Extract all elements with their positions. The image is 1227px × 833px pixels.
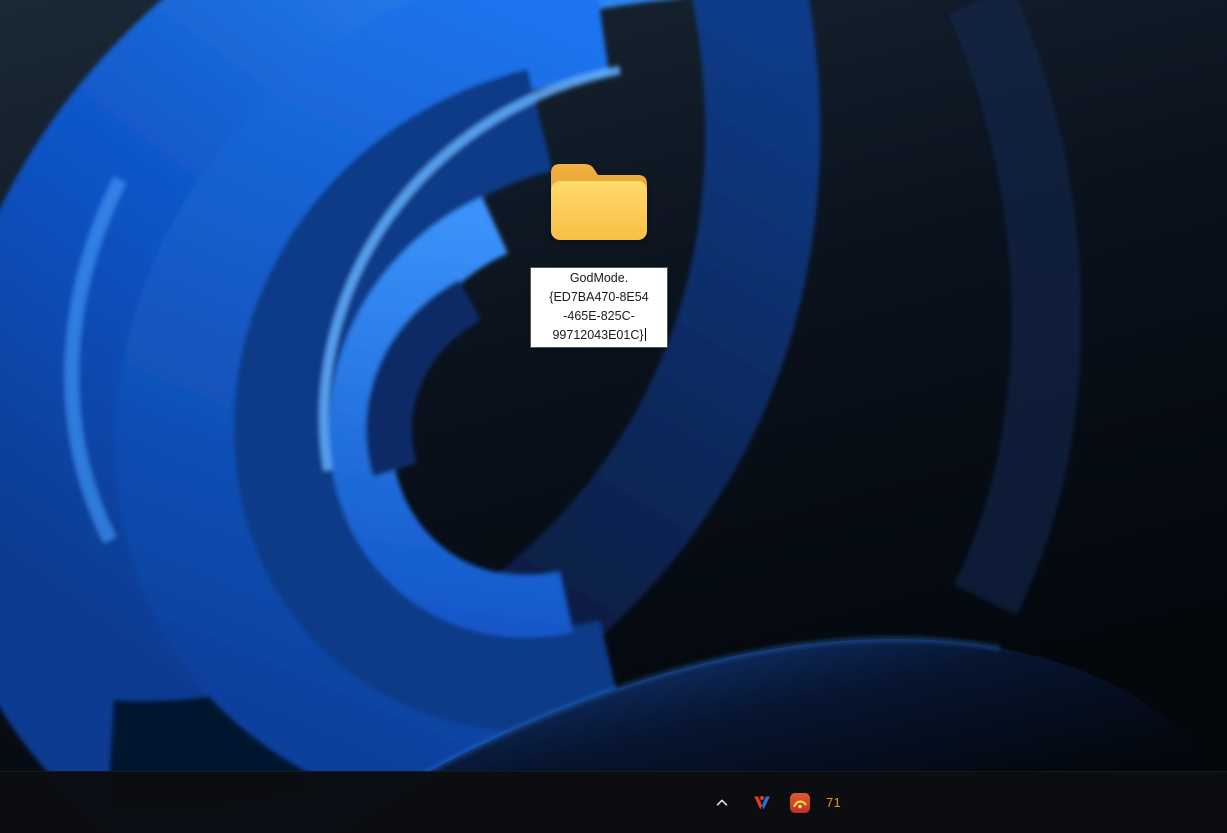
folder-rename-input[interactable]: GodMode. {ED7BA470-8E54 -465E-825C- 9971… <box>530 267 668 348</box>
temperature-reading: 71 <box>826 795 842 810</box>
orange-square-app-icon <box>790 792 810 813</box>
folder-icon[interactable] <box>547 158 651 246</box>
chevron-up-icon <box>716 799 728 806</box>
hidden-icons-chevron[interactable] <box>706 787 738 819</box>
rename-line-4: 99712043E01C} <box>552 328 646 342</box>
taskbar: 71 <box>0 771 1227 833</box>
rename-line-2: {ED7BA470-8E54 <box>549 290 649 304</box>
tray-app-orange-square[interactable] <box>786 789 814 817</box>
system-tray: 71 <box>706 772 841 833</box>
text-caret <box>644 328 646 341</box>
wallpaper <box>0 0 1227 833</box>
red-blue-logo-icon <box>754 795 770 809</box>
desktop[interactable]: GodMode. {ED7BA470-8E54 -465E-825C- 9971… <box>0 0 1227 833</box>
rename-line-1: GodMode. <box>569 271 629 285</box>
desktop-folder-icon[interactable]: GodMode. {ED7BA470-8E54 -465E-825C- 9971… <box>529 158 669 348</box>
rename-line-3: -465E-825C- <box>563 309 635 323</box>
tray-app-red-blue[interactable] <box>748 789 776 817</box>
